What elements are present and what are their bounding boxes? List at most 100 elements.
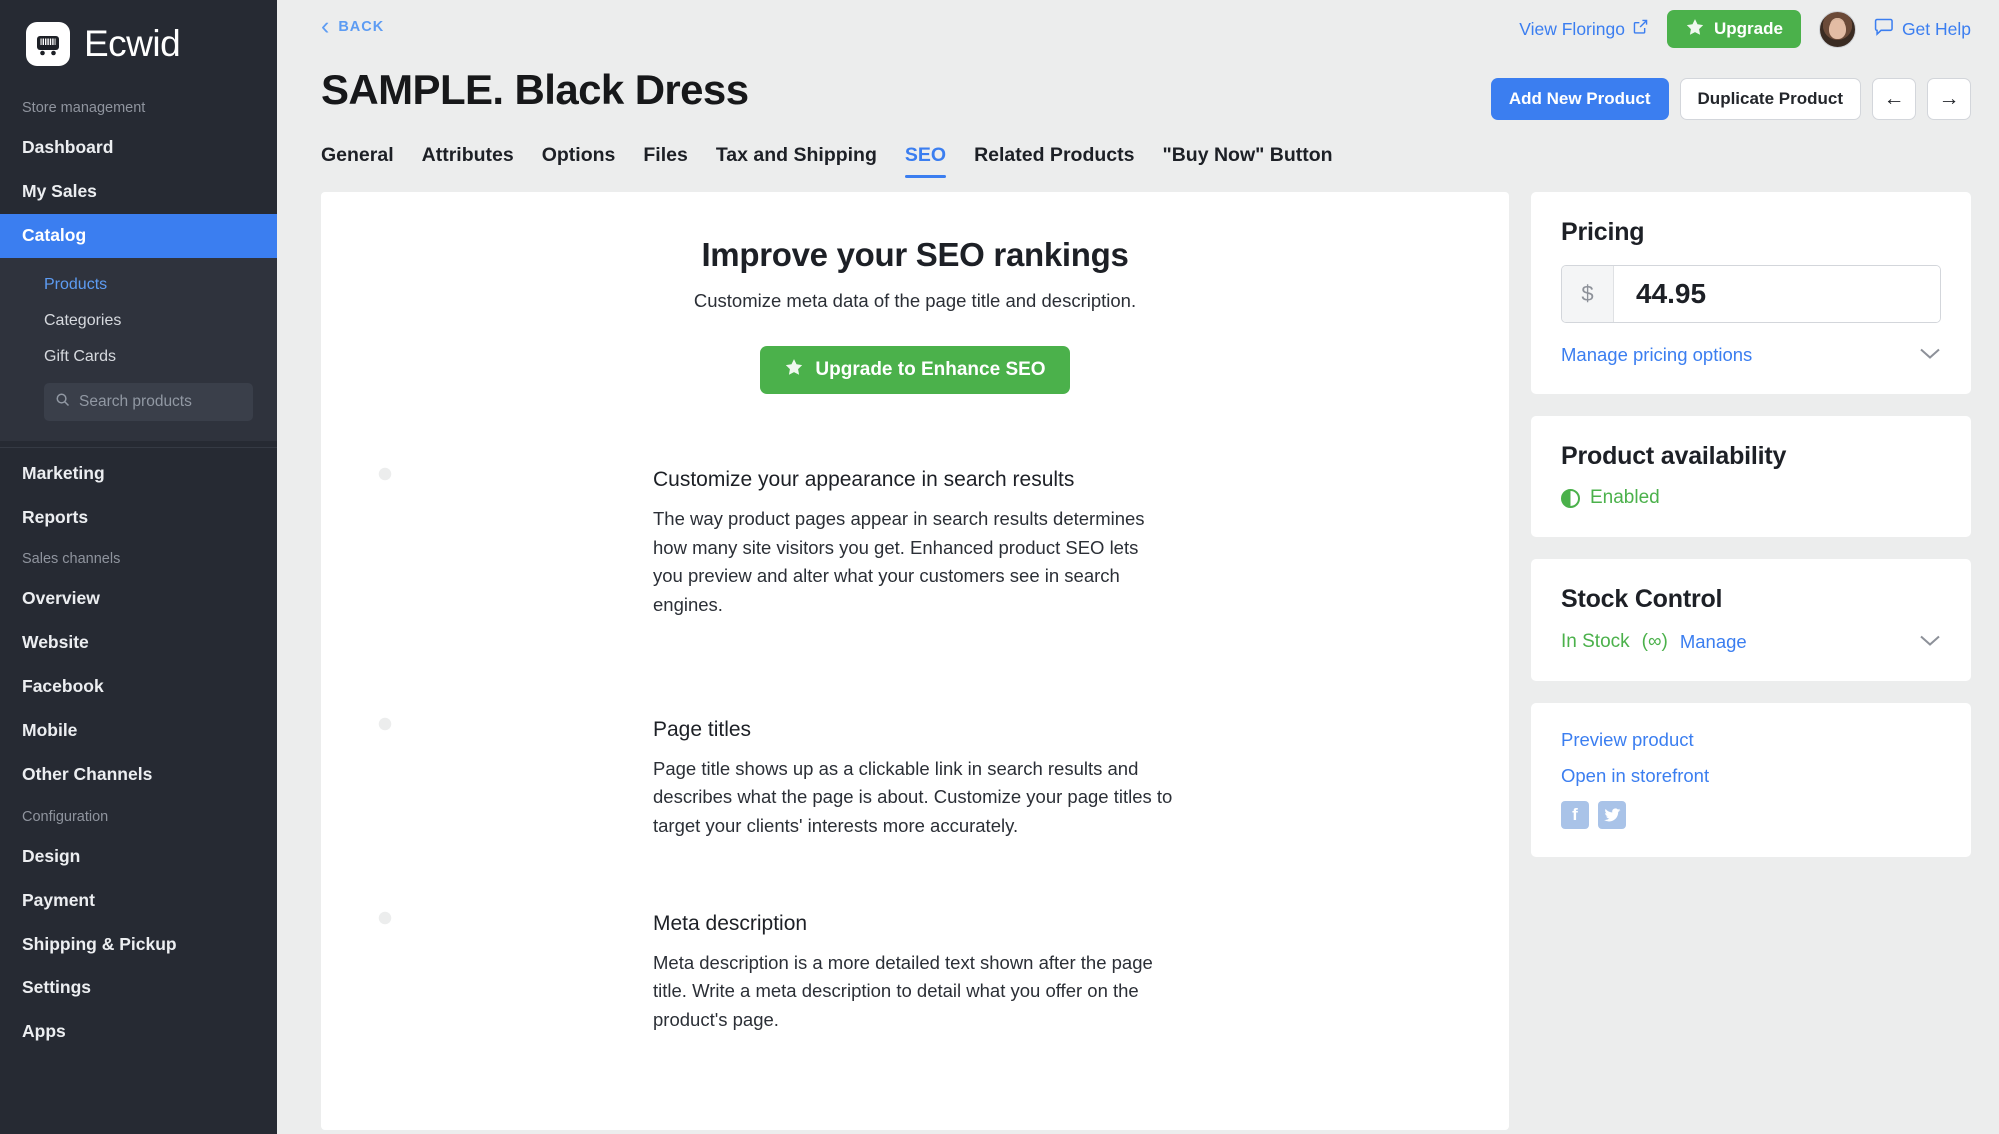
view-store-link[interactable]: View Floringo bbox=[1519, 18, 1649, 40]
main-area: ‹ BACK View Floringo Upgrade Get Help SA… bbox=[277, 0, 1999, 1134]
sidebar-item-facebook[interactable]: Facebook bbox=[0, 665, 277, 709]
sidebar-item-catalog[interactable]: Catalog bbox=[0, 213, 277, 258]
page-title-card: Page title SAMPLE. Black Dress bbox=[377, 708, 613, 855]
tab-files[interactable]: Files bbox=[643, 144, 687, 178]
page-title-label: Page title bbox=[397, 737, 482, 759]
title-row: SAMPLE. Black Dress Add New Product Dupl… bbox=[277, 52, 1999, 120]
seo-section-appearance-text: Customize your appearance in search resu… bbox=[653, 466, 1453, 620]
sidebar-subitem-gift-cards[interactable]: Gift Cards bbox=[0, 339, 277, 375]
sidebar-item-reports[interactable]: Reports bbox=[0, 496, 277, 540]
chevron-down-icon[interactable] bbox=[1919, 630, 1941, 653]
search-input[interactable]: Search products bbox=[44, 382, 253, 421]
manage-stock-link[interactable]: Manage bbox=[1680, 631, 1747, 653]
chat-bubble-icon bbox=[1874, 18, 1894, 41]
tab-attributes[interactable]: Attributes bbox=[422, 144, 514, 178]
sidebar-item-mobile[interactable]: Mobile bbox=[0, 709, 277, 753]
sidebar-item-overview[interactable]: Overview bbox=[0, 577, 277, 621]
sidebar-item-marketing[interactable]: Marketing bbox=[0, 452, 277, 496]
product-links-panel: Preview product Open in storefront f bbox=[1531, 703, 1971, 857]
seo-section-page-titles-text: Page titles Page title shows up as a cli… bbox=[653, 716, 1453, 841]
meta-description-input[interactable]: Perfect for wearing with your favorite f… bbox=[397, 968, 593, 1044]
seo-section-heading: Customize your appearance in search resu… bbox=[653, 468, 1075, 491]
sidebar-item-website[interactable]: Website bbox=[0, 621, 277, 665]
sidebar-item-payment[interactable]: Payment bbox=[0, 879, 277, 923]
sidebar-item-apps[interactable]: Apps bbox=[0, 1010, 277, 1054]
sidebar-group-label-store: Store management bbox=[22, 100, 146, 116]
star-icon bbox=[1685, 17, 1705, 42]
sidebar-item-shipping-pickup[interactable]: Shipping & Pickup bbox=[0, 923, 277, 967]
page-title: SAMPLE. Black Dress bbox=[321, 66, 749, 113]
open-in-storefront-link[interactable]: Open in storefront bbox=[1561, 765, 1941, 787]
avatar[interactable] bbox=[1818, 10, 1856, 48]
sidebar-item-settings[interactable]: Settings bbox=[0, 966, 277, 1010]
page-title-input[interactable]: SAMPLE. Black Dress bbox=[397, 774, 593, 822]
tab-related-products[interactable]: Related Products bbox=[974, 144, 1134, 178]
seo-section-appearance: SAMPLE. Black Dress https://floringo.com… bbox=[377, 459, 1453, 661]
external-link-icon bbox=[1632, 18, 1649, 40]
twitter-icon[interactable] bbox=[1598, 801, 1626, 829]
tab-seo[interactable]: SEO bbox=[904, 144, 947, 178]
preview-product-link[interactable]: Preview product bbox=[1561, 729, 1941, 751]
serp-preview-url-line2: LE-Black-Dress-p297951148 bbox=[397, 555, 589, 573]
seo-section-page-titles: Page title SAMPLE. Black Dress Page titl… bbox=[377, 708, 1453, 855]
tab-tax-and-shipping[interactable]: Tax and Shipping bbox=[716, 144, 877, 178]
star-icon bbox=[784, 357, 804, 383]
tab-buy-now-button[interactable]: "Buy Now" Button bbox=[1162, 144, 1332, 178]
torn-edge-top bbox=[377, 902, 613, 917]
upgrade-to-enhance-seo-button[interactable]: Upgrade to Enhance SEO bbox=[760, 346, 1070, 394]
manage-pricing-row[interactable]: Manage pricing options bbox=[1561, 343, 1941, 366]
shopping-cart-icon bbox=[26, 22, 70, 66]
duplicate-product-button[interactable]: Duplicate Product bbox=[1679, 78, 1861, 120]
seo-section-body: The way product pages appear in search r… bbox=[653, 508, 1145, 616]
availability-status-row[interactable]: Enabled bbox=[1561, 487, 1941, 509]
sidebar-item-my-sales[interactable]: My Sales bbox=[0, 170, 277, 214]
seo-card: Improve your SEO rankings Customize meta… bbox=[321, 192, 1509, 1130]
chevron-down-icon[interactable] bbox=[1919, 343, 1941, 366]
search-icon bbox=[55, 392, 70, 412]
get-help-link[interactable]: Get Help bbox=[1874, 18, 1971, 41]
seo-section-meta-description: Meta description Perfect for wearing wit… bbox=[377, 902, 1453, 1077]
brand-name: Ecwid bbox=[84, 23, 181, 64]
seo-hero: Improve your SEO rankings Customize meta… bbox=[377, 236, 1453, 394]
brand[interactable]: Ecwid bbox=[0, 0, 277, 88]
seo-hero-title: Improve your SEO rankings bbox=[701, 236, 1129, 273]
right-rail: Pricing $ 44.95 Manage pricing options P… bbox=[1531, 192, 1971, 1130]
meta-description-card: Meta description Perfect for wearing wit… bbox=[377, 902, 613, 1077]
stock-control-title: Stock Control bbox=[1561, 585, 1723, 613]
content-area: Improve your SEO rankings Customize meta… bbox=[277, 178, 1999, 1130]
price-value[interactable]: 44.95 bbox=[1614, 266, 1940, 322]
seo-section-heading: Page titles bbox=[653, 717, 752, 741]
price-field[interactable]: $ 44.95 bbox=[1561, 265, 1941, 323]
stock-quantity: (∞) bbox=[1641, 630, 1668, 652]
sidebar-item-other-channels[interactable]: Other Channels bbox=[0, 753, 277, 797]
tab-general[interactable]: General bbox=[321, 144, 394, 178]
tab-options[interactable]: Options bbox=[542, 144, 616, 178]
upgrade-button[interactable]: Upgrade bbox=[1666, 10, 1801, 48]
back-link[interactable]: ‹ BACK bbox=[321, 14, 384, 39]
manage-pricing-options-link[interactable]: Manage pricing options bbox=[1561, 344, 1752, 366]
title-actions: Add New Product Duplicate Product ← → bbox=[1490, 78, 1971, 120]
pricing-panel: Pricing $ 44.95 Manage pricing options bbox=[1531, 192, 1971, 394]
facebook-icon[interactable]: f bbox=[1561, 801, 1589, 829]
serp-preview-description: Perfect for wearing with y bbox=[397, 584, 577, 602]
toggle-on-icon[interactable] bbox=[1561, 488, 1580, 508]
sidebar-item-dashboard[interactable]: Dashboard bbox=[0, 126, 277, 170]
sidebar-item-design[interactable]: Design bbox=[0, 835, 277, 879]
sidebar-subitem-categories[interactable]: Categories bbox=[0, 303, 277, 339]
upgrade-seo-label: Upgrade to Enhance SEO bbox=[815, 359, 1046, 380]
seo-section-body: Meta description is a more detailed text… bbox=[653, 951, 1153, 1030]
topbar: ‹ BACK View Floringo Upgrade Get Help bbox=[277, 0, 1999, 52]
availability-status: Enabled bbox=[1590, 487, 1660, 508]
seo-section-body: Page title shows up as a clickable link … bbox=[653, 757, 1173, 836]
serp-preview-url-line1: https://floringo.company.site bbox=[397, 524, 583, 542]
arrow-left-icon[interactable]: ← bbox=[1872, 78, 1916, 120]
sidebar-subitem-products[interactable]: Products bbox=[0, 267, 277, 303]
add-new-product-button[interactable]: Add New Product bbox=[1490, 78, 1669, 120]
torn-edge-top bbox=[377, 459, 613, 473]
serp-preview-title: SAMPLE. Black Dress bbox=[397, 489, 582, 510]
sidebar-subnav-catalog: Products Categories Gift Cards Search pr… bbox=[0, 257, 277, 441]
stock-control-panel: Stock Control In Stock (∞) Manage bbox=[1531, 559, 1971, 681]
get-help-label: Get Help bbox=[1901, 18, 1971, 39]
pricing-title: Pricing bbox=[1561, 218, 1645, 246]
arrow-right-icon[interactable]: → bbox=[1927, 78, 1971, 120]
